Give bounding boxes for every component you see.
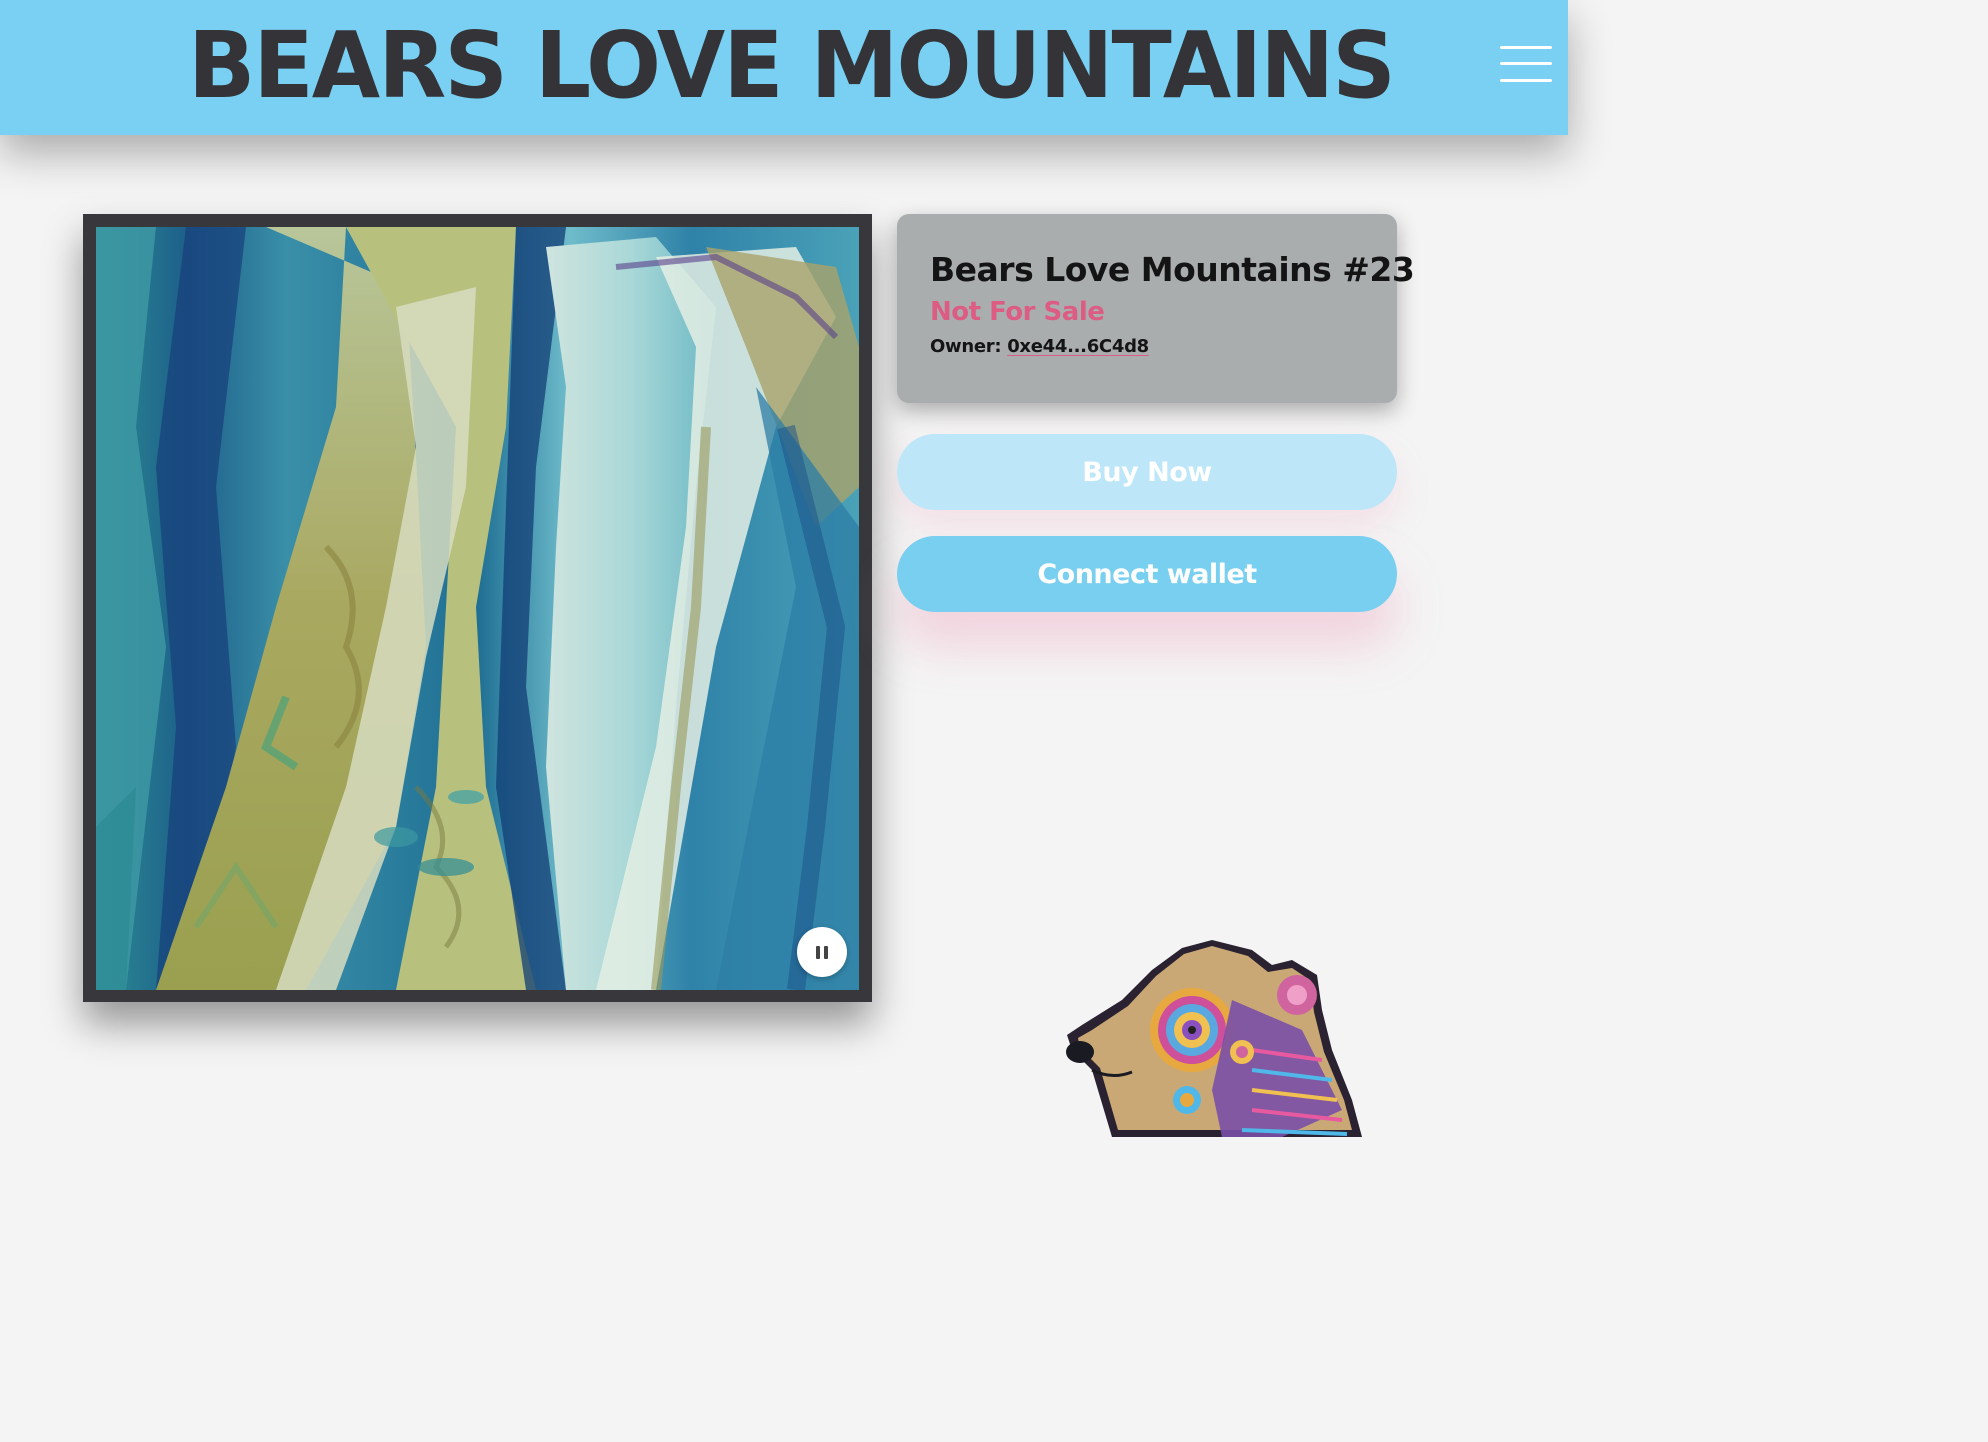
glacier-artwork-svg <box>96 227 859 990</box>
artwork-frame <box>83 214 872 1002</box>
menu-line <box>1500 79 1552 82</box>
pause-icon <box>816 945 820 959</box>
owner-address-link[interactable]: 0xe44...6C4d8 <box>1007 336 1149 357</box>
bear-mascot-illustration <box>1052 940 1372 1137</box>
site-title[interactable]: BEARS LOVE MOUNTAINS <box>188 14 1396 118</box>
bear-mascot-svg <box>1066 940 1362 1137</box>
owner-label: Owner: <box>930 336 1002 357</box>
sale-status: Not For Sale <box>930 297 1105 327</box>
connect-wallet-button[interactable]: Connect wallet <box>897 536 1397 612</box>
hamburger-menu-icon[interactable] <box>1500 44 1552 84</box>
pause-icon <box>824 945 828 959</box>
pause-button[interactable] <box>797 927 847 977</box>
buy-now-button[interactable]: Buy Now <box>897 434 1397 510</box>
token-title: Bears Love Mountains #23 <box>930 250 1415 289</box>
menu-line <box>1500 62 1552 65</box>
owner-line: Owner: 0xe44...6C4d8 <box>930 332 1397 362</box>
menu-line <box>1500 46 1552 49</box>
token-info-card: Bears Love Mountains #23 Not For Sale Ow… <box>897 214 1415 403</box>
nft-artwork-image <box>96 227 859 990</box>
site-header: BEARS LOVE MOUNTAINS <box>0 0 1568 135</box>
